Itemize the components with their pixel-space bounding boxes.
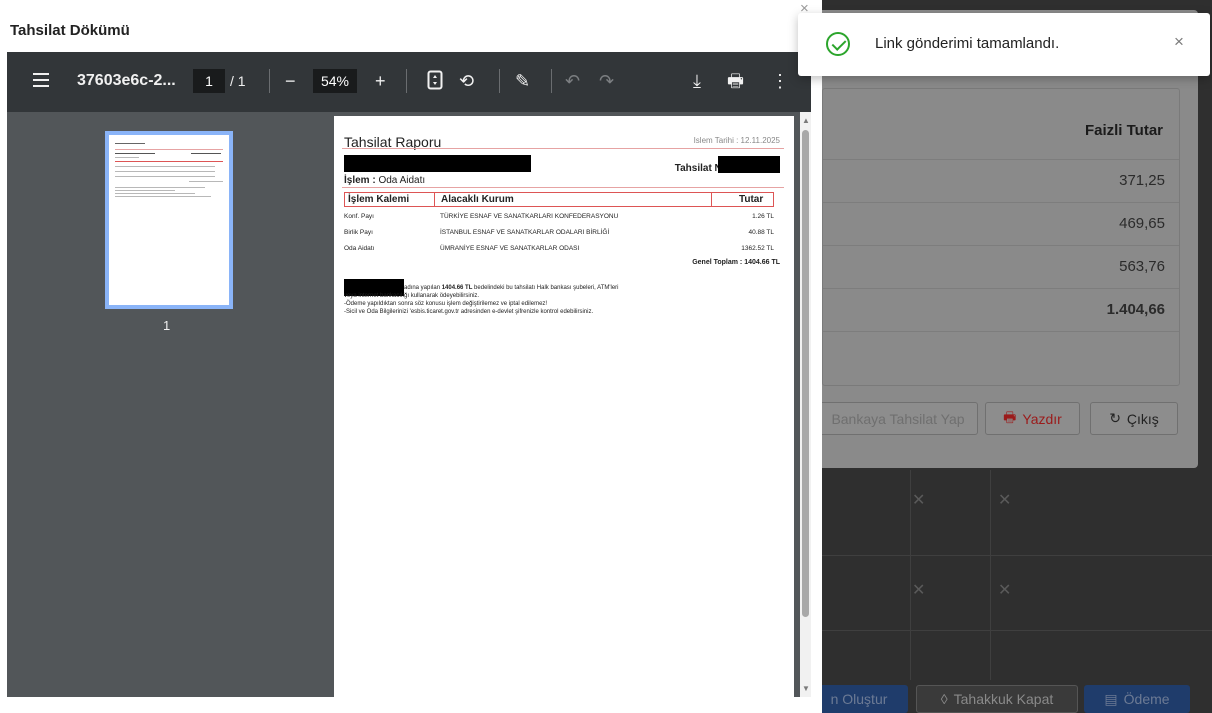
page-thumbnail[interactable] xyxy=(105,131,233,309)
close-icon: ✕ xyxy=(912,492,926,509)
redo-icon[interactable]: ↷ xyxy=(599,69,614,93)
note-line: adına yapılan 1404.66 TL bedelindeki bu … xyxy=(404,285,619,291)
table-row: 563,76 xyxy=(823,245,1179,288)
close-icon: ✕ xyxy=(998,582,1012,599)
print-button[interactable]: 🖶 Yazdır xyxy=(985,402,1080,435)
toast-close-icon[interactable]: × xyxy=(1174,32,1184,52)
toolbar-divider xyxy=(269,69,270,93)
rotate-icon[interactable]: ⟲ xyxy=(459,69,474,93)
payment-button[interactable]: ▤ Ödeme xyxy=(1084,685,1190,713)
toolbar-divider xyxy=(499,69,500,93)
toast-message: Link gönderimi tamamlandı. xyxy=(875,35,1060,52)
annotate-icon[interactable]: ✎ xyxy=(515,69,530,93)
zoom-input[interactable]: 54% xyxy=(313,69,357,93)
close-accrual-button[interactable]: ◊ Tahakkuk Kapat xyxy=(916,685,1078,713)
grid-line xyxy=(810,630,1212,631)
zoom-in-icon[interactable]: + xyxy=(375,69,386,93)
receipt-icon: ▤ xyxy=(1104,690,1118,707)
note-line: veya internet bankacılığı kullanarak öde… xyxy=(344,293,480,299)
menu-icon[interactable] xyxy=(33,73,49,91)
scroll-down-icon[interactable]: ▼ xyxy=(802,684,810,693)
column-header: Faizli Tutar xyxy=(1084,122,1163,139)
page-total: / 1 xyxy=(230,73,246,89)
pdf-viewer: 37603e6c-2... 1 / 1 − 54% + ⟲ ✎ ↶ ↷ ⤓ 🖶 … xyxy=(7,52,811,697)
table-row: 1.404,66 xyxy=(823,288,1179,331)
toolbar-divider xyxy=(406,69,407,93)
download-icon[interactable]: ⤓ xyxy=(693,69,701,93)
grid-line xyxy=(990,470,991,680)
pdf-toolbar: 37603e6c-2... 1 / 1 − 54% + ⟲ ✎ ↶ ↷ ⤓ 🖶 … xyxy=(7,52,811,112)
close-icon: ✕ xyxy=(998,492,1012,509)
printer-icon: 🖶 xyxy=(1003,408,1017,425)
redacted-block xyxy=(344,155,531,172)
background-table: Faizli Tutar 371,25 469,65 563,76 1.404,… xyxy=(822,88,1180,386)
zoom-out-icon[interactable]: − xyxy=(285,69,296,93)
grid-line xyxy=(810,555,1212,556)
receipt-modal: Tahsilat Dökümü × 37603e6c-2... 1 / 1 − … xyxy=(0,0,822,713)
islem-line: İşlem : Oda Aidatı xyxy=(344,175,426,186)
close-icon: ✕ xyxy=(912,582,926,599)
drop-icon: ◊ xyxy=(940,691,948,707)
table-row: 469,65 xyxy=(823,202,1179,245)
file-name: 37603e6c-2... xyxy=(77,72,176,89)
grand-total: Genel Toplam : 1404.66 TL xyxy=(692,259,780,266)
modal-title: Tahsilat Dökümü xyxy=(10,22,130,39)
table-row: 371,25 xyxy=(823,159,1179,202)
undo-icon[interactable]: ↶ xyxy=(565,69,580,93)
check-circle-icon xyxy=(826,32,850,56)
scroll-thumb[interactable] xyxy=(802,130,809,617)
more-options-icon[interactable]: ⋮ xyxy=(771,69,789,93)
table-header: İşlem Kalemi Alacaklı Kurum Tutar xyxy=(344,192,774,207)
thumbnail-page-number: 1 xyxy=(163,318,171,333)
redacted-block xyxy=(718,156,780,173)
print-icon[interactable]: 🖶 xyxy=(727,69,744,93)
page-input[interactable]: 1 xyxy=(193,69,225,93)
vertical-scrollbar[interactable]: ▲ ▼ xyxy=(800,112,811,697)
scroll-up-icon[interactable]: ▲ xyxy=(802,116,810,125)
fit-page-icon[interactable] xyxy=(427,70,443,96)
note-line: -Sicil ve Oda Bilgilerinizi 'esbis.ticar… xyxy=(344,309,594,315)
grid-line xyxy=(910,470,911,680)
success-toast: Link gönderimi tamamlandı. × xyxy=(798,13,1210,76)
note-line: -Ödeme yapıldıktan sonra söz konusu işle… xyxy=(344,301,548,307)
refresh-icon: ↻ xyxy=(1109,410,1121,426)
exit-button[interactable]: ↻ Çıkış xyxy=(1090,402,1178,435)
create-button[interactable]: n Oluştur xyxy=(810,685,908,713)
toolbar-divider xyxy=(551,69,552,93)
table-row xyxy=(823,331,1179,374)
pdf-page: Tahsilat Raporu Islem Tarihi : 12.11.202… xyxy=(334,116,794,697)
bank-collect-button[interactable]: Bankaya Tahsilat Yap xyxy=(818,402,978,435)
transaction-date: Islem Tarihi : 12.11.2025 xyxy=(693,136,780,145)
